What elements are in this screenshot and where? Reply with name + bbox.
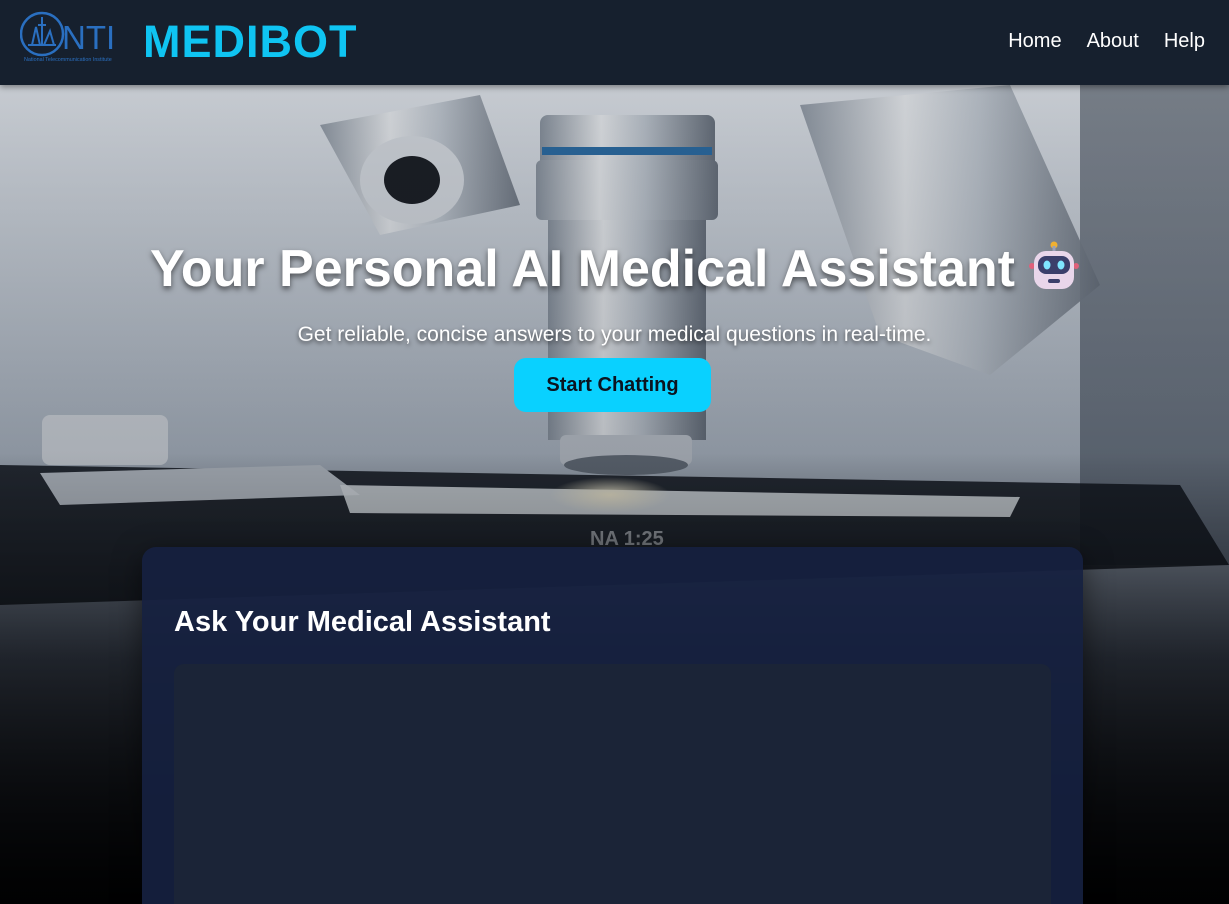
hero-title-text: Your Personal AI Medical Assistant bbox=[150, 240, 1015, 298]
chat-card-title: Ask Your Medical Assistant bbox=[174, 606, 551, 638]
top-navbar: NTI National Telecommunication Institute… bbox=[0, 0, 1229, 85]
nti-logo[interactable]: NTI National Telecommunication Institute bbox=[19, 9, 125, 65]
brand-title[interactable]: MEDIBOT bbox=[143, 18, 358, 66]
hero-subtitle: Get reliable, concise answers to your me… bbox=[297, 323, 932, 346]
logo-text: NTI bbox=[62, 19, 115, 56]
nav-help-link[interactable]: Help bbox=[1164, 28, 1205, 54]
nav-home-link[interactable]: Home bbox=[1008, 28, 1061, 54]
logo-subtext: National Telecommunication Institute bbox=[24, 57, 112, 63]
main-nav: Home About Help bbox=[1008, 28, 1205, 54]
nav-about-link[interactable]: About bbox=[1087, 28, 1139, 54]
hero-title: Your Personal AI Medical Assistant bbox=[0, 238, 1229, 300]
robot-icon bbox=[1028, 240, 1079, 292]
chat-card: Ask Your Medical Assistant bbox=[142, 547, 1083, 904]
start-chatting-button[interactable]: Start Chatting bbox=[514, 358, 711, 412]
chat-messages-area[interactable] bbox=[174, 664, 1051, 904]
nti-logo-icon: NTI National Telecommunication Institute bbox=[19, 11, 115, 63]
